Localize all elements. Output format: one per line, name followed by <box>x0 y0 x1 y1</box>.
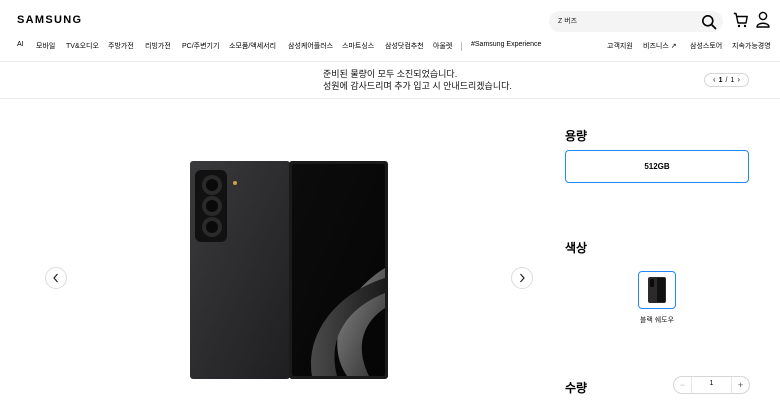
notice-banner: 준비된 물량이 모두 소진되었습니다. 성원에 감사드리며 추가 입고 시 안내… <box>0 62 780 99</box>
quantity-stepper: − 1 + <box>673 376 750 394</box>
user-icon[interactable] <box>756 11 770 28</box>
capacity-title: 용량 <box>565 129 588 143</box>
nav-item-kitchen[interactable]: 주방가전 <box>108 41 134 51</box>
color-swatch-black-shadow[interactable] <box>638 271 676 309</box>
chevron-left-icon <box>53 273 58 283</box>
color-label: 블랙 쉐도우 <box>639 317 675 324</box>
minus-icon: − <box>679 380 686 390</box>
notice-pager: ‹ 1 / 1 › <box>704 73 749 87</box>
gallery-next-button[interactable] <box>511 267 533 289</box>
nav-item-recommend[interactable]: 삼성닷컴추천 <box>385 41 424 51</box>
quantity-title: 수량 <box>565 381 588 395</box>
nav-item-samsung-experience[interactable]: #Samsung Experience <box>471 41 541 48</box>
nav-item-care-plus[interactable]: 삼성케어플러스 <box>288 41 333 51</box>
quantity-increase-button[interactable]: + <box>731 377 749 393</box>
pager-current: 1 <box>718 76 723 84</box>
nav-divider <box>461 42 462 51</box>
nav-item-ai[interactable]: AI <box>17 41 24 48</box>
external-link-icon: ↗ <box>670 43 677 50</box>
plus-icon: + <box>737 380 744 390</box>
main-navigation: AI 모바일 TV&오디오 주방가전 리빙가전 PC/주변기기 소모품/액세서리… <box>0 41 780 55</box>
quantity-value[interactable]: 1 <box>692 380 731 387</box>
capacity-option-512gb[interactable]: 512GB <box>565 150 749 183</box>
gallery-prev-button[interactable] <box>45 267 67 289</box>
nav-item-tv-audio[interactable]: TV&오디오 <box>66 41 99 51</box>
nav-item-sustainability[interactable]: 지속가능경영 <box>732 41 771 51</box>
quantity-decrease-button[interactable]: − <box>674 377 692 393</box>
nav-item-outlet[interactable]: 아울렛 <box>433 41 452 51</box>
notice-message: 준비된 물량이 모두 소진되었습니다. 성원에 감사드리며 추가 입고 시 안내… <box>323 69 512 92</box>
nav-item-pc[interactable]: PC/주변기기 <box>182 41 219 51</box>
cart-icon[interactable] <box>733 12 748 28</box>
samsung-logo[interactable]: SAMSUNG <box>17 14 82 26</box>
chevron-right-icon <box>520 273 525 283</box>
chevron-left-icon[interactable]: ‹ <box>713 76 716 84</box>
color-thumbnail <box>648 277 666 303</box>
color-title: 색상 <box>565 241 588 255</box>
notice-line-1: 준비된 물량이 모두 소진되었습니다. <box>323 69 458 79</box>
search-icon[interactable] <box>701 14 717 30</box>
nav-item-business[interactable]: 비즈니스 ↗ <box>643 41 677 51</box>
chevron-right-icon[interactable]: › <box>737 76 740 84</box>
nav-item-business-label: 비즈니스 <box>643 43 669 50</box>
search-input[interactable]: Z 버즈 <box>549 11 723 32</box>
nav-item-store[interactable]: 삼성스토어 <box>690 41 722 51</box>
pager-separator: / <box>725 76 728 84</box>
nav-item-mobile[interactable]: 모바일 <box>36 41 55 51</box>
product-image <box>190 161 388 379</box>
site-header: SAMSUNG Z 버즈 AI 모바일 TV&오디오 주방가전 리빙가전 PC/… <box>0 0 780 62</box>
nav-item-accessories[interactable]: 소모품/액세서리 <box>229 41 276 51</box>
nav-item-living[interactable]: 리빙가전 <box>145 41 171 51</box>
pager-total: 1 <box>730 76 735 84</box>
search-input-value: Z 버즈 <box>558 18 578 25</box>
notice-line-2: 성원에 감사드리며 추가 입고 시 안내드리겠습니다. <box>323 80 512 91</box>
nav-item-smartthings[interactable]: 스마트싱스 <box>342 41 374 51</box>
nav-item-support[interactable]: 고객지원 <box>607 41 633 51</box>
